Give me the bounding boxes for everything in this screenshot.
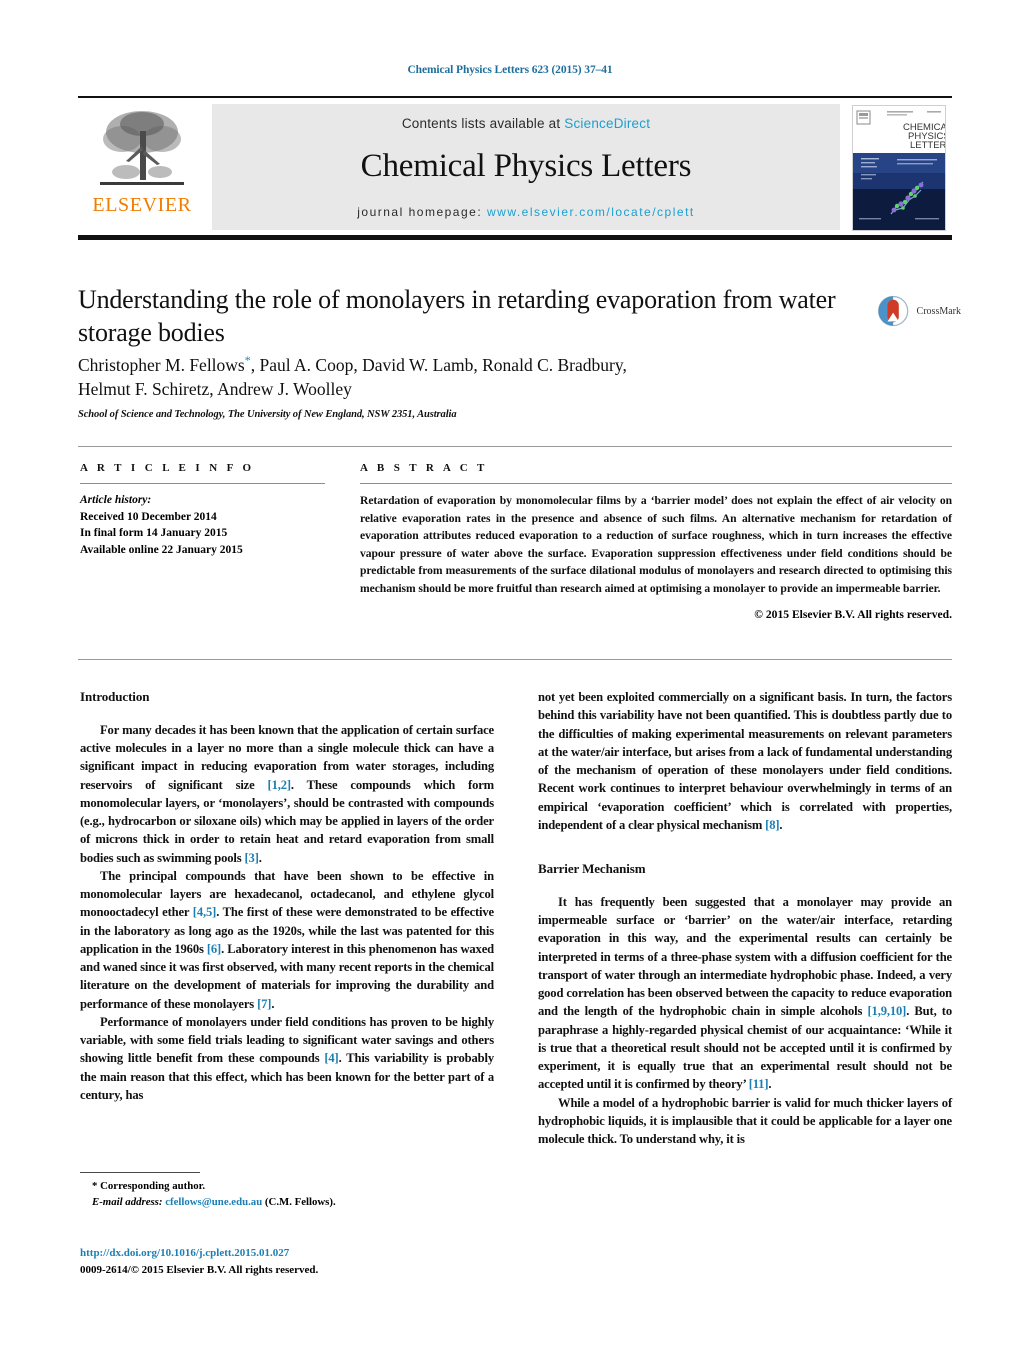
info-top-rule [78,446,952,447]
abstract-heading: A B S T R A C T [360,462,488,474]
elsevier-tree-icon [96,106,188,194]
article-history-received: Received 10 December 2014 [80,510,217,523]
email-owner: (C.M. Fellows). [264,1196,336,1209]
paragraph: While a model of a hydrophobic barrier i… [538,1095,952,1147]
citation-ref[interactable]: [1,2] [268,778,292,792]
journal-masthead: ELSEVIER Contents lists available at Sci… [78,96,952,240]
citation-ref[interactable]: [4] [324,1051,338,1065]
article-history-label: Article history: [80,494,152,506]
paragraph: The principal compounds that have been s… [80,868,495,1011]
citation-ref[interactable]: [7] [257,997,271,1011]
masthead-center-band: Contents lists available at ScienceDirec… [212,104,840,230]
crossmark-badge[interactable]: CrossMark [877,287,961,335]
abstract-text: Retardation of evaporation by monomolecu… [360,494,952,596]
abstract-column: A B S T R A C T Retardation of evaporati… [360,462,952,621]
author-line2: Helmut F. Schiretz, Andrew J. Woolley [78,379,352,400]
sciencedirect-link[interactable]: ScienceDirect [564,116,650,131]
section-heading-introduction: Introduction [80,689,150,704]
body-column-left: Introduction For many decades it has bee… [80,688,494,1104]
article-history-final-form: In final form 14 January 2015 [80,527,228,540]
svg-text:LETTERS: LETTERS [910,140,945,151]
article-info-rule [80,483,325,484]
citation-ref[interactable]: [11] [749,1077,769,1091]
footnote-rule [80,1172,200,1173]
footnote-block: * Corresponding author. E-mail address: … [80,1172,494,1210]
journal-title: Chemical Physics Letters [360,147,692,184]
crossmark-label: CrossMark [916,305,961,317]
journal-homepage-line: journal homepage: www.elsevier.com/locat… [357,205,694,219]
citation-ref[interactable]: [8] [765,818,779,832]
issn-copyright-line: 0009-2614/© 2015 Elsevier B.V. All right… [80,1263,319,1276]
email-link[interactable]: cfellows@une.edu.au [165,1196,262,1208]
article-page: Chemical Physics Letters 623 (2015) 37–4… [0,0,1020,1351]
paragraph: Performance of monolayers under field co… [80,1014,494,1102]
homepage-prefix: journal homepage: [357,204,483,219]
article-history-online: Available online 22 January 2015 [80,544,243,557]
citation-ref[interactable]: [6] [207,942,221,956]
crossmark-icon [878,295,909,327]
contents-prefix: Contents lists available at [401,115,561,131]
article-info-column: A R T I C L E I N F O Article history: R… [80,462,325,559]
citation-ref[interactable]: [1,9,10] [868,1004,907,1018]
affiliation: School of Science and Technology, The Un… [78,409,457,420]
doi-link[interactable]: http://dx.doi.org/10.1016/j.cplett.2015.… [80,1245,540,1262]
section-heading-barrier-mechanism: Barrier Mechanism [538,861,646,876]
page-title: Understanding the role of monolayers in … [78,285,836,348]
email-note: E-mail address: cfellows@une.edu.au (C.M… [80,1194,494,1210]
citation-ref[interactable]: [3] [245,851,259,865]
email-label: E-mail address: [92,1196,163,1209]
abstract-copyright: © 2015 Elsevier B.V. All rights reserved… [754,607,952,621]
paragraph: It has frequently been suggested that a … [538,894,952,1092]
corresponding-author-note: * Corresponding author. [92,1180,206,1192]
abstract-rule [360,483,952,484]
article-info-heading: A R T I C L E I N F O [80,462,255,474]
author-line1-rest: , Paul A. Coop, David W. Lamb, Ronald C.… [250,354,627,375]
running-head: Chemical Physics Letters 623 (2015) 37–4… [407,64,613,76]
info-bottom-rule [78,659,952,660]
author-list: Christopher M. Fellows*, Paul A. Coop, D… [78,352,878,402]
body-column-right: not yet been exploited commercially on a… [538,688,952,1148]
journal-cover-thumbnail: CHEMICAL PHYSICS LETTERS [852,105,946,231]
homepage-url-link[interactable]: www.elsevier.com/locate/cplett [487,205,695,219]
paragraph-continuation: not yet been exploited commercially on a… [538,690,952,832]
journal-cover-block: CHEMICAL PHYSICS LETTERS [846,100,952,236]
contents-available-line: Contents lists available at ScienceDirec… [402,116,650,131]
citation-ref[interactable]: [4,5] [193,905,217,919]
footer-block: http://dx.doi.org/10.1016/j.cplett.2015.… [80,1245,540,1278]
author-primary: Christopher M. Fellows [78,354,245,375]
paragraph: For many decades it has been known that … [80,722,494,865]
elsevier-wordmark: ELSEVIER [92,194,192,216]
elsevier-logo: ELSEVIER [78,100,206,236]
